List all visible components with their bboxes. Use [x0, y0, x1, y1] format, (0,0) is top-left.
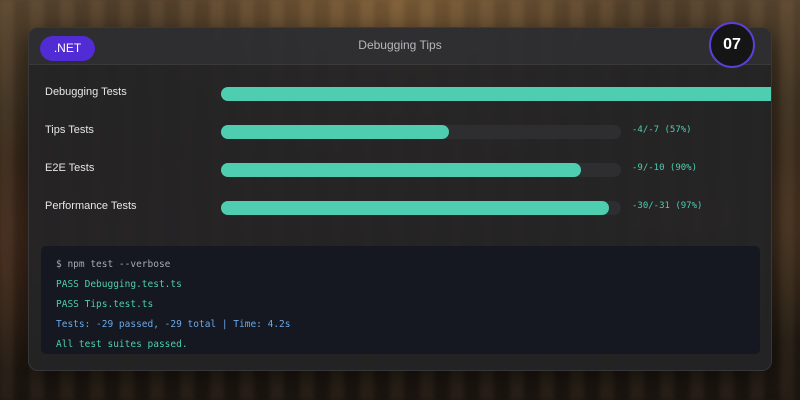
terminal-command: $ npm test --verbose	[56, 259, 171, 270]
row-label: Tips Tests	[45, 124, 94, 136]
row-label: Performance Tests	[45, 200, 137, 212]
row-label: E2E Tests	[45, 162, 95, 174]
terminal-summary: Tests: -29 passed, -29 total | Time: 4.2…	[56, 319, 291, 330]
row-label: Debugging Tests	[45, 86, 127, 98]
progress-fill	[221, 125, 449, 139]
terminal-output: $ npm test --verbose PASS Debugging.test…	[41, 246, 760, 354]
card-title: Debugging Tips	[358, 38, 442, 52]
step-number-badge: 07	[709, 22, 755, 68]
progress-track	[221, 163, 621, 177]
progress-row: E2E Tests -9/-10 (90%)	[29, 159, 771, 181]
terminal-line: PASS Debugging.test.ts	[56, 279, 182, 290]
progress-row: Performance Tests -30/-31 (97%)	[29, 197, 771, 219]
row-value: -9/-10 (90%)	[632, 163, 698, 173]
progress-row: Debugging Tests	[29, 83, 771, 105]
terminal-line: PASS Tips.test.ts	[56, 299, 154, 310]
progress-track	[221, 201, 621, 215]
row-value: -30/-31 (97%)	[632, 201, 703, 211]
progress-fill	[221, 163, 581, 177]
progress-fill	[221, 201, 609, 215]
row-value: -4/-7 (57%)	[632, 125, 692, 135]
progress-track	[221, 125, 621, 139]
progress-track	[221, 87, 771, 101]
progress-row: Tips Tests -4/-7 (57%)	[29, 121, 771, 143]
terminal-result: All test suites passed.	[56, 339, 188, 350]
progress-fill	[221, 87, 771, 101]
card-panel: .NET Debugging Tips Debugging Tests Tips…	[28, 27, 772, 371]
card-header: .NET Debugging Tips	[29, 28, 771, 65]
